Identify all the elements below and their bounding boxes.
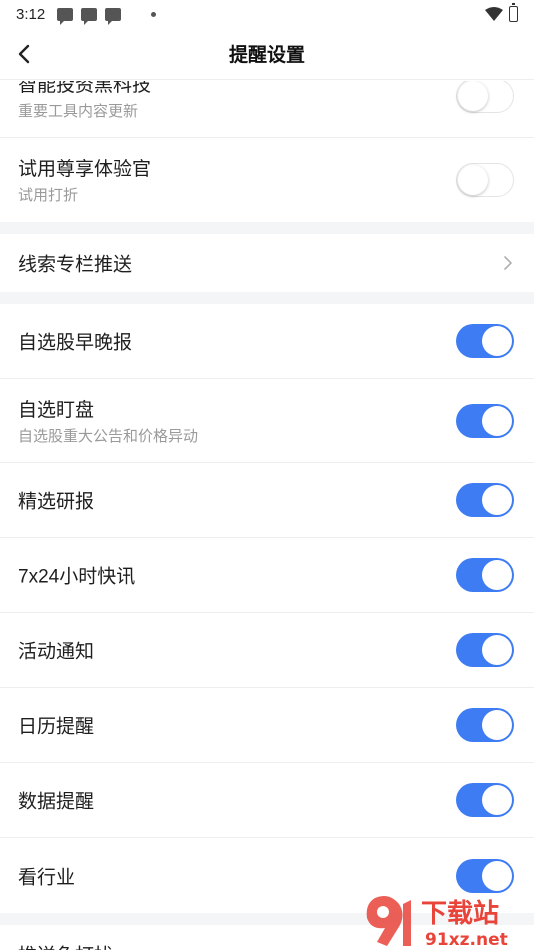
setting-description: 自选股重大公告和价格异动 [18,428,199,445]
watchlist-report-toggle[interactable] [456,324,514,358]
setting-label: 数据提醒 [18,791,95,813]
page-title: 提醒设置 [228,45,305,66]
trial-experience-toggle[interactable] [456,163,514,197]
setting-row-selected-research: 精选研报 [0,463,534,538]
setting-row-calendar-reminder: 日历提醒 [0,688,534,763]
setting-description: 试用打折 [18,187,79,204]
setting-label: 试用尊享体验官 [18,159,152,180]
status-bar: 3:12 [0,0,534,28]
navigation-bar: 提醒设置 [0,28,534,80]
setting-row-activity-notice: 活动通知 [0,613,534,688]
24h-news-toggle[interactable] [456,558,514,592]
setting-row-watchlist-report: 自选股早晚报 [0,304,534,379]
setting-label: 智能投资黑科技 [18,81,152,96]
more-notifications-dot-icon [151,11,157,17]
toggle-knob [458,81,488,111]
setting-label: 看行业 [18,867,76,888]
toggle-knob [482,560,512,590]
chevron-left-icon [18,44,30,64]
watermark-title: 下载站 [421,899,499,929]
section-divider [0,222,534,234]
status-time: 3:12 [16,5,46,23]
industry-toggle[interactable] [456,858,514,893]
setting-label: 日历提醒 [18,716,95,738]
activity-notice-toggle[interactable] [456,633,514,667]
watchlist-monitor-toggle[interactable] [456,403,514,438]
setting-row-data-reminder: 数据提醒 [0,763,534,838]
battery-icon [509,3,518,22]
smart-investment-toggle[interactable] [456,81,514,113]
back-button[interactable] [10,40,38,68]
setting-label: 自选盯盘 [18,400,95,421]
calendar-reminder-toggle[interactable] [456,708,514,742]
message-notification-icon [105,7,122,25]
setting-label: 精选研报 [18,491,95,513]
message-notification-icon [81,7,98,25]
setting-row-smart-investment: 智能投资黑科技 重要工具内容更新 [0,81,534,138]
selected-research-toggle[interactable] [456,483,514,517]
toggle-knob [482,485,512,515]
setting-label: 活动通知 [18,641,95,663]
toggle-knob [458,165,488,195]
toggle-knob [482,785,512,815]
watermark-domain: 91xz.net [425,930,508,950]
data-reminder-toggle[interactable] [456,783,514,817]
setting-label: 7x24小时快讯 [18,566,136,588]
site-watermark-logo: 下载站 91xz.net [366,896,508,950]
setting-row-24h-news: 7x24小时快讯 [0,538,534,613]
section-divider [0,292,534,304]
toggle-knob [482,405,512,436]
toggle-knob [482,635,512,665]
setting-row-trial-experience: 试用尊享体验官 试用打折 [0,138,534,222]
toggle-knob [482,860,512,891]
setting-row-watchlist-monitor: 自选盯盘 自选股重大公告和价格异动 [0,379,534,463]
toggle-knob [482,326,512,356]
setting-label: 线索专栏推送 [18,254,133,276]
setting-label: 推送免打扰 [18,941,113,950]
setting-description: 重要工具内容更新 [18,103,139,120]
setting-row-clue-column-push[interactable]: 线索专栏推送 [0,234,534,292]
chevron-right-icon [504,256,512,270]
message-notification-icon [57,7,74,25]
setting-label: 自选股早晚报 [18,332,133,354]
settings-list[interactable]: 智能投资黑科技 重要工具内容更新 试用尊享体验官 试用打折 线索专栏推送 自选股… [0,81,534,950]
toggle-knob [482,710,512,740]
wifi-icon [485,7,503,21]
